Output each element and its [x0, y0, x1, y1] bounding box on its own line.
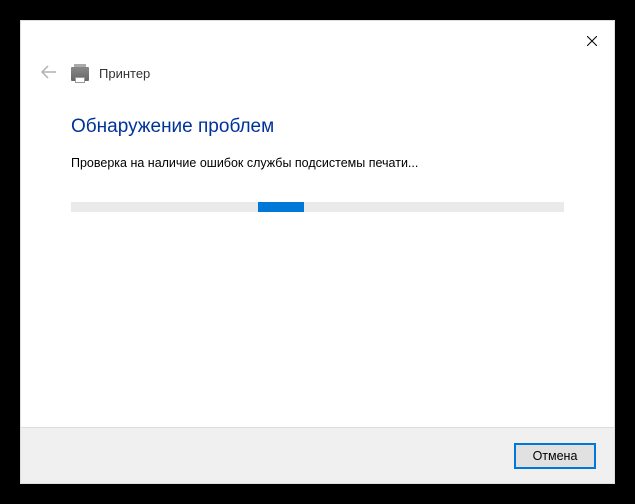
- progress-bar: [71, 202, 564, 212]
- back-arrow-icon: [37, 61, 61, 86]
- footer: Отмена: [21, 427, 614, 483]
- progress-indicator: [258, 202, 304, 212]
- printer-icon: [71, 67, 89, 81]
- header-title: Принтер: [99, 66, 150, 81]
- close-icon: [587, 36, 597, 46]
- close-button[interactable]: [580, 29, 604, 53]
- status-text: Проверка на наличие ошибок службы подсис…: [71, 156, 564, 170]
- page-heading: Обнаружение проблем: [71, 116, 564, 138]
- titlebar: [21, 21, 614, 61]
- content-area: Обнаружение проблем Проверка на наличие …: [21, 96, 614, 427]
- cancel-button[interactable]: Отмена: [514, 443, 596, 469]
- troubleshooter-window: Принтер Обнаружение проблем Проверка на …: [20, 20, 615, 484]
- header: Принтер: [21, 61, 614, 96]
